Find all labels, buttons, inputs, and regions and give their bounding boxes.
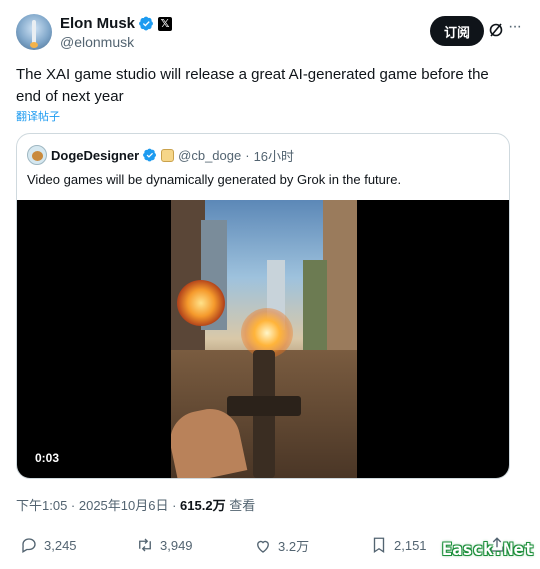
bookmark-count: 2,151	[394, 537, 427, 553]
video-frame	[171, 200, 357, 478]
bookmark-button[interactable]: 2,151	[370, 536, 427, 554]
watermark: Easck.Net	[441, 540, 534, 560]
video-player[interactable]: 0:03	[17, 200, 509, 478]
quote-author-name: DogeDesigner	[51, 147, 140, 163]
like-icon	[257, 540, 269, 553]
author-handle[interactable]: @elonmusk	[60, 34, 134, 50]
reply-count: 3,245	[44, 537, 77, 553]
repost-icon	[139, 538, 151, 552]
subscribe-button[interactable]: 订阅	[429, 16, 484, 46]
quote-text: Video games will be dynamically generate…	[27, 172, 402, 187]
quote-handle: @cb_doge	[178, 147, 242, 163]
reply-icon	[22, 538, 36, 553]
verified-badge-icon	[143, 148, 157, 162]
x-logo-icon: 𝕏	[158, 16, 173, 31]
author-name[interactable]: Elon Musk	[60, 15, 135, 32]
verified-badge-icon	[139, 16, 153, 31]
tweet-meta: 下午1:05 · 2025年10月6日 · 615.2万 查看	[16, 495, 255, 514]
quote-separator: ·	[245, 147, 250, 163]
reply-button[interactable]: 3,245	[20, 536, 77, 554]
tweet-timestamp[interactable]: 下午1:05 · 2025年10月6日 ·	[16, 498, 180, 513]
affiliate-badge-icon	[161, 148, 175, 162]
author-name-row: Elon Musk 𝕏	[60, 15, 173, 32]
author-avatar[interactable]	[16, 14, 52, 50]
building-shape	[171, 200, 205, 350]
building-shape	[323, 200, 357, 360]
quote-avatar	[27, 145, 47, 165]
video-duration: 0:03	[35, 451, 60, 465]
view-count: 615.2万	[180, 498, 226, 513]
gun-body-shape	[227, 396, 301, 416]
explosion-shape	[177, 280, 225, 326]
like-button[interactable]: 3.2万	[254, 536, 309, 555]
tweet-header: Elon Musk 𝕏 @elonmusk 订阅 ···	[16, 14, 524, 54]
more-icon[interactable]: ···	[508, 19, 524, 38]
quote-header: DogeDesigner @cb_doge · 16小时	[27, 145, 294, 165]
bookmark-icon	[373, 537, 385, 554]
grok-icon[interactable]	[488, 22, 504, 38]
repost-button[interactable]: 3,949	[136, 536, 193, 554]
avatar-flame-shape	[30, 42, 38, 48]
tweet-text: The XAI game studio will release a great…	[16, 66, 489, 105]
like-count: 3.2万	[278, 539, 310, 554]
repost-count: 3,949	[160, 537, 193, 553]
translate-link[interactable]: 翻译帖子	[16, 108, 60, 124]
quoted-tweet[interactable]: DogeDesigner @cb_doge · 16小时 Video games…	[16, 133, 510, 479]
views-label: 查看	[225, 498, 256, 513]
building-shape	[303, 260, 327, 350]
quote-time: 16小时	[253, 148, 295, 164]
